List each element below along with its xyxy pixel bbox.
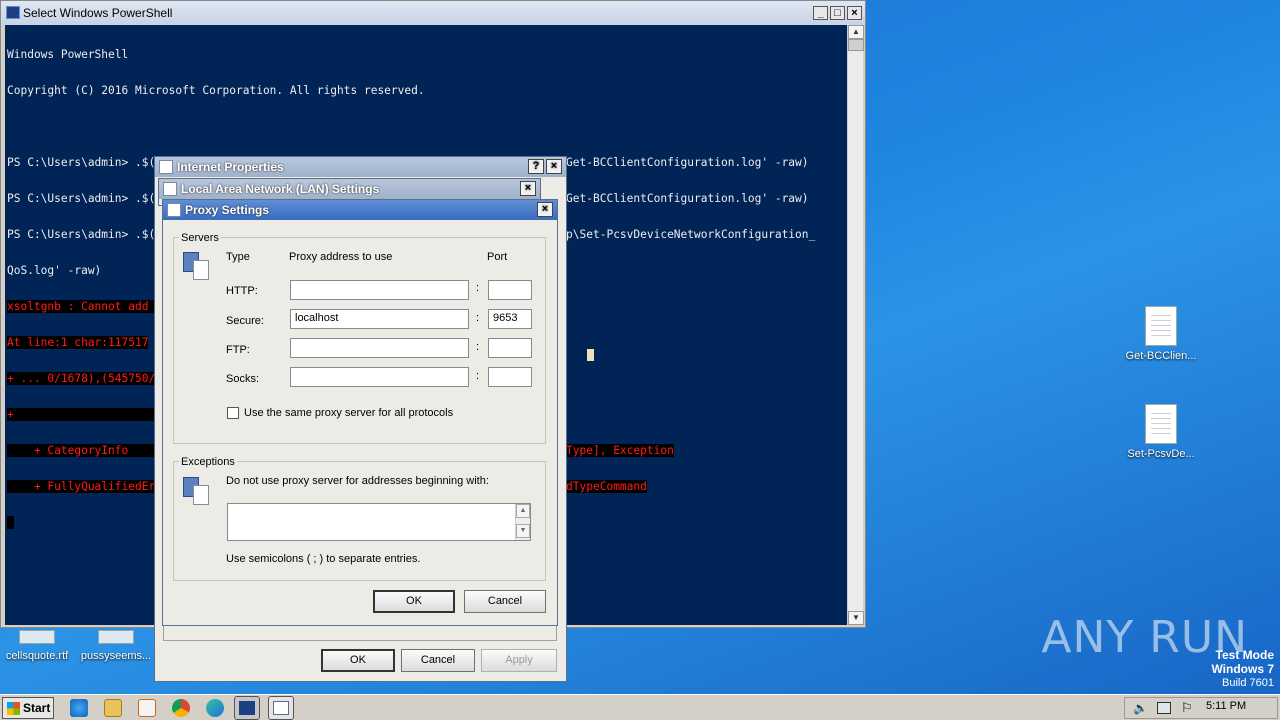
ftp-address-input[interactable] bbox=[290, 338, 469, 358]
scroll-up-icon[interactable]: ▲ bbox=[516, 504, 530, 518]
network-icon[interactable] bbox=[1157, 702, 1171, 714]
start-label: Start bbox=[23, 701, 51, 715]
volume-icon[interactable]: 🔈 bbox=[1133, 701, 1148, 715]
desktop-file-label: pussyseems... bbox=[80, 650, 152, 662]
action-center-flag-icon[interactable]: ⚐ bbox=[1181, 700, 1193, 716]
scroll-down-icon[interactable]: ▼ bbox=[848, 611, 864, 625]
exceptions-textarea[interactable]: ▲ ▼ bbox=[227, 503, 531, 541]
desktop-file-label: Get-BCClien... bbox=[1125, 350, 1197, 362]
cancel-button[interactable]: Cancel bbox=[464, 590, 546, 613]
close-button[interactable]: × bbox=[847, 6, 862, 20]
internet-explorer-icon[interactable] bbox=[70, 699, 88, 717]
desktop-file-icon[interactable]: Set-PcsvDe... bbox=[1116, 404, 1206, 460]
exceptions-group-label: Exceptions bbox=[179, 456, 237, 468]
ok-button[interactable]: OK bbox=[373, 590, 455, 613]
scroll-thumb[interactable] bbox=[848, 39, 864, 51]
start-button[interactable]: Start bbox=[2, 697, 54, 719]
build-line: Build 7601 bbox=[1222, 677, 1274, 689]
server-icon bbox=[183, 250, 209, 280]
console-scrollbar[interactable]: ▲ ▼ bbox=[847, 25, 864, 625]
http-label: HTTP: bbox=[226, 285, 258, 297]
exceptions-description: Do not use proxy server for addresses be… bbox=[226, 475, 489, 487]
chrome-icon[interactable] bbox=[172, 699, 190, 717]
desktop-file-label: cellsquote.rtf bbox=[5, 650, 69, 662]
socks-address-input[interactable] bbox=[290, 367, 469, 387]
socks-port-input[interactable] bbox=[488, 367, 532, 387]
text-cursor bbox=[587, 349, 594, 361]
desktop-file-icon[interactable]: cellsquote.rtf bbox=[0, 630, 82, 662]
network-icon bbox=[163, 182, 177, 196]
console-line: Windows PowerShell bbox=[7, 48, 129, 61]
console-error-line: At line:1 char:117517 bbox=[7, 336, 149, 349]
test-mode-line: Test Mode bbox=[1215, 648, 1274, 662]
os-name-line: Windows 7 bbox=[1211, 662, 1274, 676]
scroll-up-icon[interactable]: ▲ bbox=[848, 25, 864, 39]
powershell-titlebar[interactable]: Select Windows PowerShell _ □ × bbox=[1, 1, 865, 25]
close-button[interactable]: × bbox=[520, 181, 536, 196]
port-column-header: Port bbox=[487, 251, 508, 263]
close-button[interactable]: × bbox=[546, 159, 562, 174]
internet-properties-titlebar[interactable]: Internet Properties ? × bbox=[155, 157, 566, 177]
same-proxy-label[interactable]: Use the same proxy server for all protoc… bbox=[244, 407, 453, 419]
document-icon bbox=[1145, 306, 1177, 346]
socks-label: Socks: bbox=[226, 373, 260, 385]
file-icon bbox=[98, 630, 134, 644]
dialog-title: Local Area Network (LAN) Settings bbox=[181, 182, 380, 196]
taskbar: Start 🔈 ⚐ 5:11 PM bbox=[0, 694, 1280, 720]
separator-colon: : bbox=[476, 282, 480, 294]
exceptions-hint: Use semicolons ( ; ) to separate entries… bbox=[226, 553, 421, 565]
proxy-settings-dialog[interactable]: Proxy Settings × Servers Type Proxy addr… bbox=[162, 199, 558, 626]
http-port-input[interactable] bbox=[488, 280, 532, 300]
minimize-button[interactable]: _ bbox=[813, 6, 828, 20]
powershell-title: Select Windows PowerShell bbox=[23, 6, 173, 20]
apply-button[interactable]: Apply bbox=[481, 649, 557, 672]
scroll-down-icon[interactable]: ▼ bbox=[516, 524, 530, 538]
ftp-label: FTP: bbox=[226, 344, 250, 356]
test-mode-notice: Test Mode Windows 7 Build 7601 bbox=[1211, 648, 1274, 690]
separator-colon: : bbox=[476, 312, 480, 324]
secure-label: Secure: bbox=[226, 315, 264, 327]
system-tray: 🔈 ⚐ bbox=[1124, 697, 1278, 719]
console-cursor bbox=[7, 516, 14, 529]
clock[interactable]: 5:11 PM bbox=[1206, 700, 1246, 712]
exceptions-scrollbar[interactable]: ▲ ▼ bbox=[515, 504, 530, 540]
internet-options-icon bbox=[159, 160, 173, 174]
powershell-icon bbox=[6, 6, 20, 19]
windows-logo-icon bbox=[7, 702, 20, 715]
desktop-file-icon[interactable]: pussyseems... bbox=[71, 630, 161, 662]
ftp-port-input[interactable] bbox=[488, 338, 532, 358]
network-icon bbox=[167, 203, 181, 217]
proxy-settings-titlebar[interactable]: Proxy Settings × bbox=[163, 200, 557, 220]
servers-group-label: Servers bbox=[179, 232, 221, 244]
close-button[interactable]: × bbox=[537, 202, 553, 217]
document-icon bbox=[1145, 404, 1177, 444]
rtf-file-icon bbox=[19, 630, 55, 644]
help-button[interactable]: ? bbox=[528, 159, 544, 174]
media-player-icon[interactable] bbox=[138, 699, 156, 717]
ok-button[interactable]: OK bbox=[321, 649, 395, 672]
lan-settings-titlebar[interactable]: Local Area Network (LAN) Settings × bbox=[159, 179, 540, 199]
separator-colon: : bbox=[476, 341, 480, 353]
edge-icon[interactable] bbox=[206, 699, 224, 717]
internet-properties-taskbar-icon[interactable] bbox=[268, 696, 294, 720]
desktop-file-icon[interactable]: Get-BCClien... bbox=[1116, 306, 1206, 362]
same-proxy-checkbox[interactable] bbox=[227, 407, 239, 419]
dialog-title: Proxy Settings bbox=[185, 203, 270, 217]
address-column-header: Proxy address to use bbox=[289, 251, 393, 263]
secure-port-input[interactable]: 9653 bbox=[488, 309, 532, 329]
console-line: Copyright (C) 2016 Microsoft Corporation… bbox=[7, 84, 425, 97]
exceptions-icon bbox=[183, 475, 209, 505]
secure-address-input[interactable]: localhost bbox=[290, 309, 469, 329]
desktop-file-label: Set-PcsvDe... bbox=[1127, 448, 1195, 460]
maximize-button[interactable]: □ bbox=[830, 6, 845, 20]
file-explorer-icon[interactable] bbox=[104, 699, 122, 717]
separator-colon: : bbox=[476, 370, 480, 382]
http-address-input[interactable] bbox=[290, 280, 469, 300]
cancel-button[interactable]: Cancel bbox=[401, 649, 475, 672]
type-column-header: Type bbox=[226, 251, 250, 263]
powershell-taskbar-icon[interactable] bbox=[234, 696, 260, 720]
dialog-title: Internet Properties bbox=[177, 160, 284, 174]
